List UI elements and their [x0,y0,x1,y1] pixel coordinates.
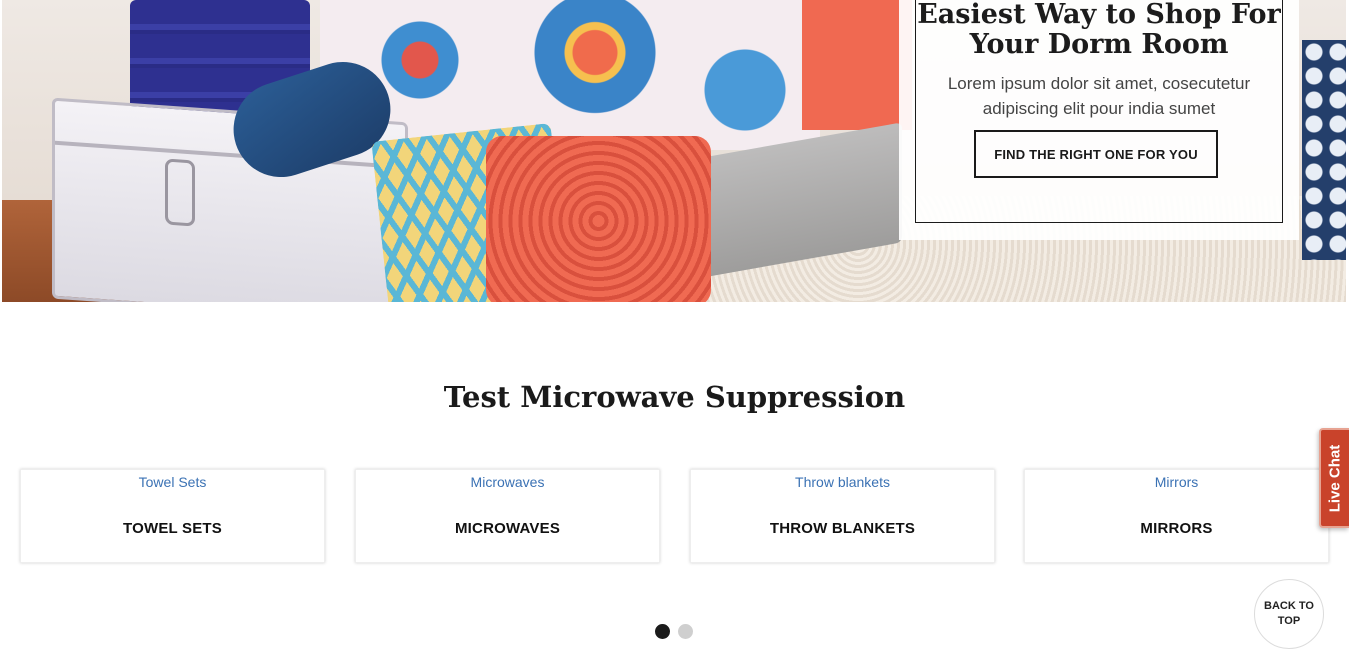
live-chat-label: Live Chat [1326,444,1344,512]
live-chat-tab[interactable]: Live Chat [1319,428,1349,528]
category-link[interactable]: Microwaves [356,474,659,490]
category-card-towel-sets[interactable]: Towel Sets TOWEL SETS [20,469,325,563]
category-card-microwaves[interactable]: Microwaves MICROWAVES [355,469,660,563]
hero-navy-ottoman [1302,40,1346,260]
hero-coral-shag-pillow [486,136,711,302]
section-title: Test Microwave Suppression [443,380,906,414]
category-title: TOWEL SETS [123,520,222,537]
category-title: MIRRORS [1140,520,1213,537]
back-to-top-label: BACK TO TOP [1264,600,1314,627]
hero-card: Easiest Way to Shop For Your Dorm Room L… [899,0,1299,240]
category-link[interactable]: Towel Sets [21,474,324,490]
carousel-pagination [655,624,705,640]
category-card-mirrors[interactable]: Mirrors MIRRORS [1024,469,1329,563]
back-to-top-button[interactable]: BACK TO TOP [1254,579,1324,649]
carousel-dot-2[interactable] [678,624,693,639]
category-carousel: Towel Sets TOWEL SETS Microwaves MICROWA… [20,469,1330,565]
category-title: MICROWAVES [454,520,561,537]
category-title: THROW BLANKETS [769,520,916,537]
hero-cta-button[interactable]: FIND THE RIGHT ONE FOR YOU [974,130,1218,178]
category-card-throw-blankets[interactable]: Throw blankets THROW BLANKETS [690,469,995,563]
hero-coral-pillow [802,0,912,130]
hero-subtitle: Lorem ipsum dolor sit amet, cosecutetur … [947,74,1251,118]
carousel-dot-1[interactable] [655,624,670,639]
category-link[interactable]: Mirrors [1025,474,1328,490]
category-link[interactable]: Throw blankets [691,474,994,490]
hero-title: Easiest Way to Shop For Your Dorm Room [917,0,1281,60]
